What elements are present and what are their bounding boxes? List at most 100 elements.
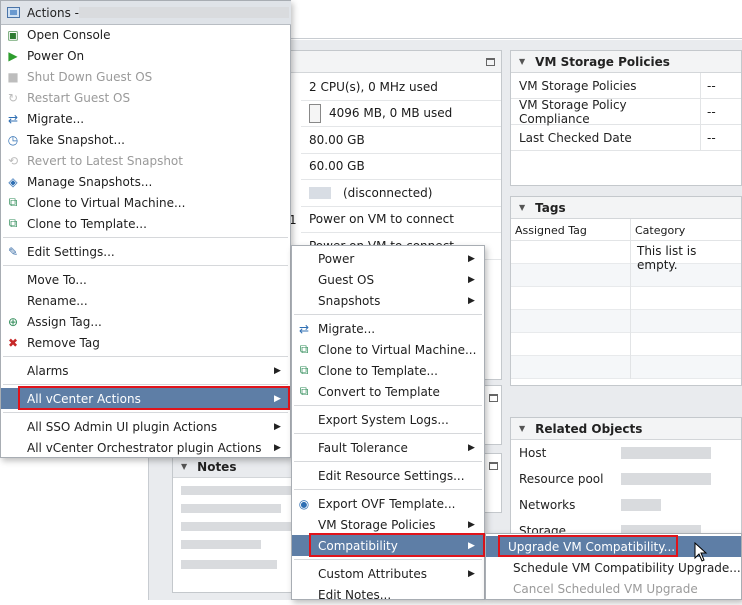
menu-sub-clone-vm[interactable]: ⧉ Clone to Virtual Machine... [292,339,484,360]
menu-label: Rename... [27,293,88,308]
last-checked-row: Last Checked Date -- [511,125,741,151]
menu-clone-vm[interactable]: ⧉ Clone to Virtual Machine... [1,192,290,213]
clone-vm-icon: ⧉ [8,195,18,209]
maximize-icon[interactable] [489,462,498,470]
menu-edit-notes[interactable]: Edit Notes... [292,584,484,605]
tags-panel: ▼ Tags Assigned Tag Category This list i… [510,196,742,386]
actions-menu-title: Actions - [27,5,79,20]
storage-policy-value: -- [707,78,716,93]
menu-label: Clone to Template... [318,363,438,378]
menu-assign-tag[interactable]: ⊕ Assign Tag... [1,311,290,332]
assign-tag-icon: ⊕ [7,314,19,329]
menu-edit-settings[interactable]: ✎ Edit Settings... [1,241,290,262]
menu-migrate[interactable]: ⇄ Migrate... [1,108,290,129]
menu-label: Clone to Virtual Machine... [27,195,186,210]
storage-policies-title: VM Storage Policies [535,54,670,69]
export-ovf-icon: ◉ [298,496,310,511]
memory-row: 4096 MB, 0 MB used [301,101,501,127]
host-link[interactable] [621,447,711,459]
collapse-triangle-icon[interactable]: ▼ [181,462,187,471]
storage-policy-row: VM Storage Policies -- [511,73,741,99]
menu-alarms[interactable]: Alarms ▶ [1,360,290,381]
menu-rename[interactable]: Rename... [1,290,290,311]
manage-snapshots-icon: ◈ [8,174,18,189]
host-label: Host [519,446,547,460]
menu-remove-tag[interactable]: ✖ Remove Tag [1,332,290,353]
maximize-icon[interactable] [486,57,495,66]
menu-separator [3,384,288,385]
menu-clone-template[interactable]: ⧉ Clone to Template... [1,213,290,234]
menu-cancel-scheduled-upgrade[interactable]: Cancel Scheduled VM Upgrade [486,578,741,599]
menu-revert-snapshot[interactable]: ⟲ Revert to Latest Snapshot [1,150,290,171]
menu-sso-admin-actions[interactable]: All SSO Admin UI plugin Actions ▶ [1,416,290,437]
resource-pool-link[interactable] [621,473,711,485]
menu-separator [294,461,482,462]
storage-policy-label: VM Storage Policies [511,73,701,98]
menu-separator [3,356,288,357]
menu-label: Power On [27,48,85,63]
notes-header: ▼ Notes [173,456,301,478]
menu-label: Restart Guest OS [27,90,131,105]
menu-manage-snapshots[interactable]: ◈ Manage Snapshots... [1,171,290,192]
menu-sub-clone-template[interactable]: ⧉ Clone to Template... [292,360,484,381]
menu-label: Custom Attributes [318,566,428,581]
menu-power-on[interactable]: ▶ Power On [1,45,290,66]
submenu-arrow-icon: ▶ [468,540,475,551]
menu-edit-resource[interactable]: Edit Resource Settings... [292,465,484,486]
migrate-icon: ⇄ [298,321,310,336]
notes-content [173,478,301,580]
menu-export-logs[interactable]: Export System Logs... [292,409,484,430]
console-icon: ▣ [7,27,19,42]
disk1-value: 80.00 GB [309,132,365,147]
assigned-tag-column: Assigned Tag [511,219,631,379]
networks-row: Networks [511,492,741,518]
menu-separator [294,489,482,490]
category-header[interactable]: Category [631,219,741,241]
menu-label: All SSO Admin UI plugin Actions [27,419,218,434]
menu-sub-migrate[interactable]: ⇄ Migrate... [292,318,484,339]
collapse-triangle-icon[interactable]: ▼ [519,57,525,66]
menu-label: Convert to Template [318,384,440,399]
submenu-arrow-icon: ▶ [274,365,281,376]
menu-label: All vCenter Orchestrator plugin Actions [27,440,262,455]
tags-table: Assigned Tag Category This list is empty… [511,219,741,379]
menu-label: Alarms [27,363,69,378]
menu-custom-attributes[interactable]: Custom Attributes ▶ [292,563,484,584]
assigned-tag-header[interactable]: Assigned Tag [511,219,630,241]
menu-orchestrator-actions[interactable]: All vCenter Orchestrator plugin Actions ▶ [1,437,290,458]
menu-snapshots[interactable]: Snapshots ▶ [292,290,484,311]
menu-vm-storage-policies[interactable]: VM Storage Policies ▶ [292,514,484,535]
network-link[interactable] [621,499,661,511]
menu-fault-tolerance[interactable]: Fault Tolerance ▶ [292,437,484,458]
menu-guest-os[interactable]: Guest OS ▶ [292,269,484,290]
menu-label: Compatibility [318,538,398,553]
submenu-arrow-icon: ▶ [274,442,281,453]
menu-convert-template[interactable]: ⧉ Convert to Template [292,381,484,402]
resource-pool-label: Resource pool [519,472,604,486]
storage-compliance-label: VM Storage Policy Compliance [511,98,701,126]
menu-separator [3,265,288,266]
menu-label: Export System Logs... [318,412,449,427]
menu-separator [3,412,288,413]
menu-take-snapshot[interactable]: ◷ Take Snapshot... [1,129,290,150]
collapse-triangle-icon[interactable]: ▼ [519,203,525,212]
collapse-triangle-icon[interactable]: ▼ [519,424,525,433]
submenu-arrow-icon: ▶ [468,253,475,264]
menu-label: All vCenter Actions [27,391,141,406]
menu-open-console[interactable]: ▣ Open Console [1,24,290,45]
vm-icon [5,5,21,21]
menu-compatibility[interactable]: Compatibility ▶ [292,535,484,556]
menu-power[interactable]: Power ▶ [292,248,484,269]
tags-header: ▼ Tags [511,197,741,219]
related-objects-header: ▼ Related Objects [511,418,741,440]
convert-template-icon: ⧉ [299,384,309,398]
menu-move-to[interactable]: Move To... [1,269,290,290]
menu-export-ovf[interactable]: ◉ Export OVF Template... [292,493,484,514]
submenu-arrow-icon: ▶ [274,393,281,404]
menu-label: Take Snapshot... [27,132,125,147]
mouse-pointer-icon [694,542,708,562]
menu-restart-guest[interactable]: ↻ Restart Guest OS [1,87,290,108]
maximize-icon[interactable] [489,394,498,402]
menu-all-vcenter-actions[interactable]: All vCenter Actions ▶ [1,388,290,409]
menu-shut-down-guest[interactable]: ■ Shut Down Guest OS [1,66,290,87]
